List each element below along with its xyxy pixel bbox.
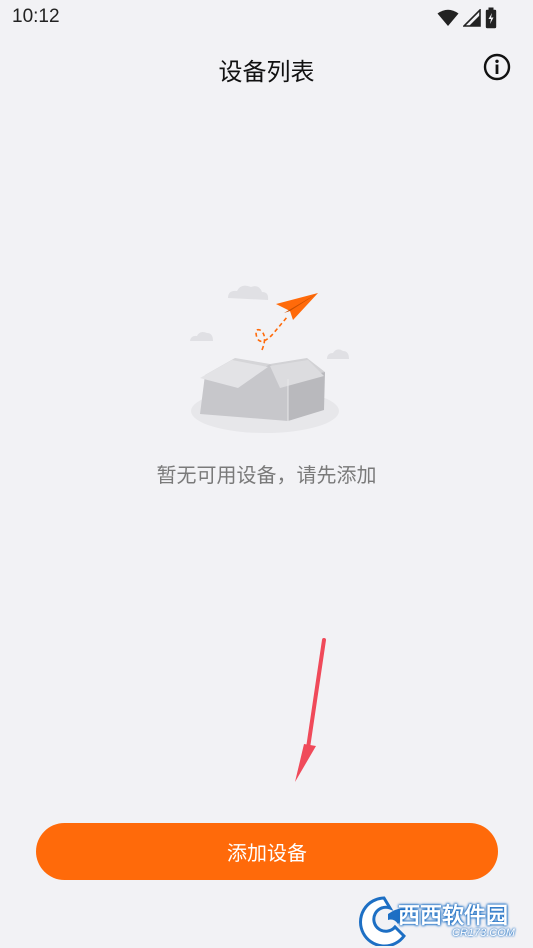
battery-icon <box>485 7 497 29</box>
status-time: 10:12 <box>12 6 60 27</box>
watermark: 西西软件园 CR173.COM <box>354 894 530 946</box>
header: 设备列表 <box>0 40 533 96</box>
empty-state-message: 暂无可用设备，请先添加 <box>156 463 377 487</box>
empty-box-illustration <box>190 285 349 433</box>
info-icon <box>483 53 511 81</box>
cloud-icon <box>327 349 349 359</box>
cloud-icon <box>190 332 213 341</box>
wifi-icon <box>437 9 459 26</box>
signal-icon <box>463 9 481 27</box>
add-device-button[interactable]: 添加设备 <box>36 823 498 880</box>
status-icons <box>437 6 497 30</box>
status-bar: 10:12 <box>0 0 533 36</box>
watermark-site: CR173.COM <box>452 927 515 939</box>
watermark-brand: 西西软件园 <box>398 904 509 929</box>
info-button[interactable] <box>483 53 511 81</box>
page-title: 设备列表 <box>218 58 315 86</box>
cloud-icon <box>228 285 269 300</box>
annotation-arrow <box>295 638 326 782</box>
